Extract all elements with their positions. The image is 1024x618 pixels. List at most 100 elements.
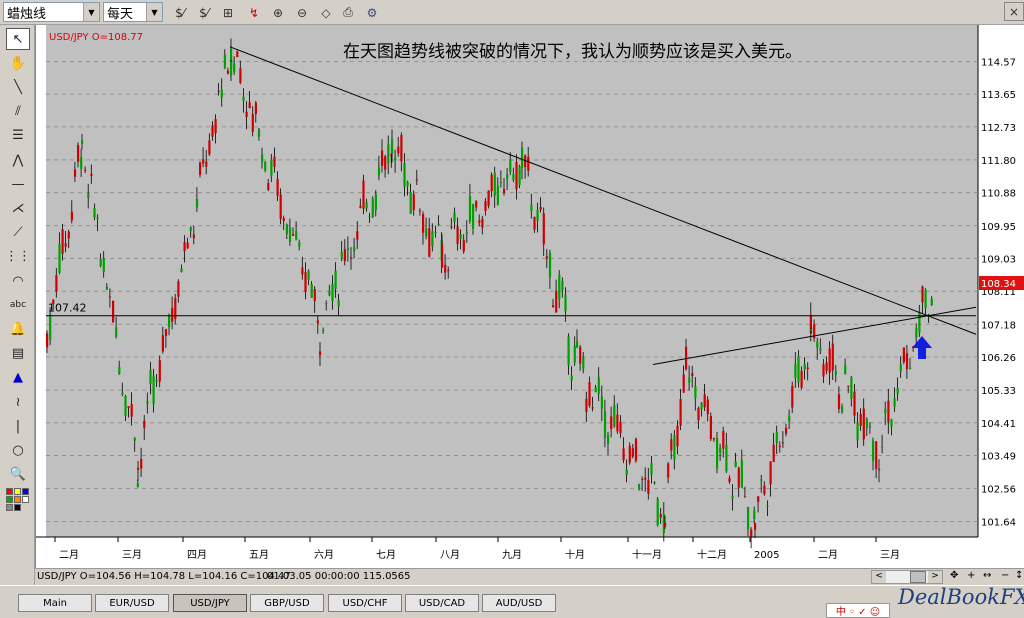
fan-icon[interactable]: ⋀ bbox=[6, 149, 30, 171]
candle-down bbox=[251, 114, 254, 132]
alarm-icon[interactable]: 🔔 bbox=[6, 318, 30, 340]
parallel-lines-icon[interactable]: ⫽ bbox=[6, 101, 30, 123]
wave-icon[interactable]: ≀ bbox=[6, 391, 30, 413]
zoom-out-small-icon[interactable]: − bbox=[1001, 570, 1009, 581]
y-tick-label: 101.64 bbox=[981, 517, 1016, 528]
candle-down bbox=[350, 257, 353, 259]
arcs-icon[interactable]: ◠ bbox=[6, 270, 30, 292]
tab-main[interactable]: Main bbox=[18, 594, 92, 612]
zoom-icon[interactable]: 🔍 bbox=[6, 464, 30, 486]
candle-up bbox=[133, 437, 136, 441]
candle-down bbox=[757, 496, 760, 502]
x-tick-label: 三月 bbox=[122, 549, 142, 561]
scroll-right-icon[interactable]: > bbox=[928, 571, 942, 583]
chevron-down-icon[interactable]: ▼ bbox=[83, 3, 99, 21]
tab-usd-cad[interactable]: USD/CAD bbox=[405, 594, 479, 612]
candle-down bbox=[61, 229, 64, 254]
candle-up bbox=[656, 498, 659, 526]
candle-down bbox=[647, 480, 650, 494]
zoom-out-icon[interactable]: ⊖ bbox=[292, 3, 312, 22]
candle-down bbox=[484, 201, 487, 211]
chart-annotation: 在天图趋势线被突破的情况下，我认为顺势应该是买入美元。 bbox=[343, 42, 802, 62]
logo-text: DealBook bbox=[898, 585, 1000, 609]
buy-sell-arrow-icon[interactable]: ▲ bbox=[6, 367, 30, 389]
price-chart[interactable]: 114.57 113.65 112.73 111.80 110.88 109.95 109.… bbox=[35, 25, 1024, 568]
candle-down bbox=[397, 146, 400, 154]
candle-up bbox=[285, 224, 288, 235]
trend-icon[interactable]: ↯ bbox=[244, 3, 264, 22]
calculator-icon[interactable]: ▤ bbox=[6, 343, 30, 365]
candle-up bbox=[893, 398, 896, 407]
tab-aud-usd[interactable]: AUD/USD bbox=[482, 594, 556, 612]
candle-down bbox=[64, 243, 67, 247]
zoom-in-icon[interactable]: ⊕ bbox=[268, 3, 288, 22]
candle-up bbox=[561, 280, 564, 291]
fibonacci-icon[interactable]: ☰ bbox=[6, 125, 30, 147]
x-tick-label: 十月 bbox=[565, 548, 585, 561]
print-icon[interactable]: ⎙ bbox=[338, 3, 358, 22]
zoom-in-small-icon[interactable]: + bbox=[967, 570, 975, 581]
move-icon[interactable]: ✥ bbox=[950, 570, 958, 581]
scroll-left-icon[interactable]: < bbox=[872, 571, 886, 583]
candle-up bbox=[465, 231, 468, 234]
candle-down bbox=[542, 213, 545, 245]
grid-icon[interactable]: ⋮⋮ bbox=[5, 246, 31, 268]
candle-up bbox=[124, 396, 127, 416]
regression-icon[interactable]: ⟋ bbox=[6, 222, 30, 244]
candle-down bbox=[754, 523, 757, 530]
drawing-tools-panel: ↖ ✋ ╲ ⫽ ☰ ⋀ — ⋌ ⟋ ⋮⋮ ◠ abc 🔔 ▤ ▲ ≀ | ○ 🔍 bbox=[0, 25, 35, 585]
y-tick-label: 111.80 bbox=[981, 156, 1016, 167]
vertical-line-icon[interactable]: | bbox=[6, 415, 30, 437]
scrollbar[interactable]: < > bbox=[871, 570, 943, 584]
candle-down bbox=[254, 102, 257, 115]
tab-eur-usd[interactable]: EUR/USD bbox=[95, 594, 169, 612]
candle-up bbox=[638, 484, 641, 489]
candle-up bbox=[472, 203, 475, 229]
candle-down bbox=[515, 162, 518, 190]
color-palette-icon[interactable] bbox=[6, 487, 30, 526]
y-tick-label: 114.57 bbox=[981, 57, 1016, 68]
cursor-icon[interactable]: ↖ bbox=[6, 28, 30, 50]
candle-down bbox=[478, 220, 481, 223]
scroll-thumb[interactable] bbox=[910, 571, 926, 583]
main-toolbar: 蜡烛线 ▼ 每天 ▼ $⁄ $⁄ ⊞ ↯ ⊕ ⊖ ◇ ⎙ ⚙ × bbox=[0, 0, 1024, 25]
candle-up bbox=[582, 357, 585, 369]
tab-usd-jpy[interactable]: USD/JPY bbox=[173, 594, 247, 612]
ellipse-icon[interactable]: ○ bbox=[6, 439, 30, 461]
candle-down bbox=[743, 496, 747, 498]
add-indicator-icon[interactable]: $⁄ bbox=[170, 3, 190, 22]
hand-icon[interactable]: ✋ bbox=[6, 52, 30, 74]
candle-down bbox=[441, 243, 444, 268]
candle-down bbox=[679, 398, 682, 426]
tab-gbp-usd[interactable]: GBP/USD bbox=[250, 594, 324, 612]
candle-up bbox=[371, 198, 374, 218]
logo-fx: FX bbox=[999, 585, 1024, 609]
candle-up bbox=[597, 377, 600, 395]
candle-down bbox=[313, 289, 316, 302]
settings-icon[interactable]: ⚙ bbox=[362, 3, 382, 22]
candle-down bbox=[177, 281, 180, 297]
candle-down bbox=[481, 218, 484, 228]
horizontal-line-icon[interactable]: — bbox=[6, 173, 30, 195]
window-close-icon[interactable]: × bbox=[1004, 2, 1024, 21]
chart-type-select[interactable]: 蜡烛线 ▼ bbox=[3, 2, 100, 22]
bar-chart-icon[interactable]: ⊞ bbox=[218, 3, 238, 22]
eraser-icon[interactable]: ◇ bbox=[316, 3, 336, 22]
vertical-fit-icon[interactable]: ↕ bbox=[1015, 570, 1023, 581]
fit-icon[interactable]: ↔ bbox=[983, 570, 991, 581]
candle-down bbox=[706, 399, 709, 415]
chevron-down-icon[interactable]: ▼ bbox=[146, 3, 162, 21]
text-icon[interactable]: abc bbox=[6, 294, 30, 316]
candle-up bbox=[881, 446, 884, 448]
gann-fan-icon[interactable]: ⋌ bbox=[6, 197, 30, 219]
remove-indicator-icon[interactable]: $⁄ bbox=[194, 3, 214, 22]
line-icon[interactable]: ╲ bbox=[6, 76, 30, 98]
chart-canvas[interactable]: 114.57 113.65 112.73 111.80 110.88 109.95 109.… bbox=[36, 25, 1024, 568]
candle-down bbox=[670, 439, 673, 451]
tab-usd-chf[interactable]: USD/CHF bbox=[328, 594, 402, 612]
period-select[interactable]: 每天 ▼ bbox=[103, 2, 163, 22]
ime-indicator[interactable]: 中 ◦ ✓ ☺ bbox=[826, 603, 890, 618]
candle-down bbox=[697, 407, 700, 421]
candle-up bbox=[121, 392, 124, 395]
candle-up bbox=[391, 138, 394, 154]
